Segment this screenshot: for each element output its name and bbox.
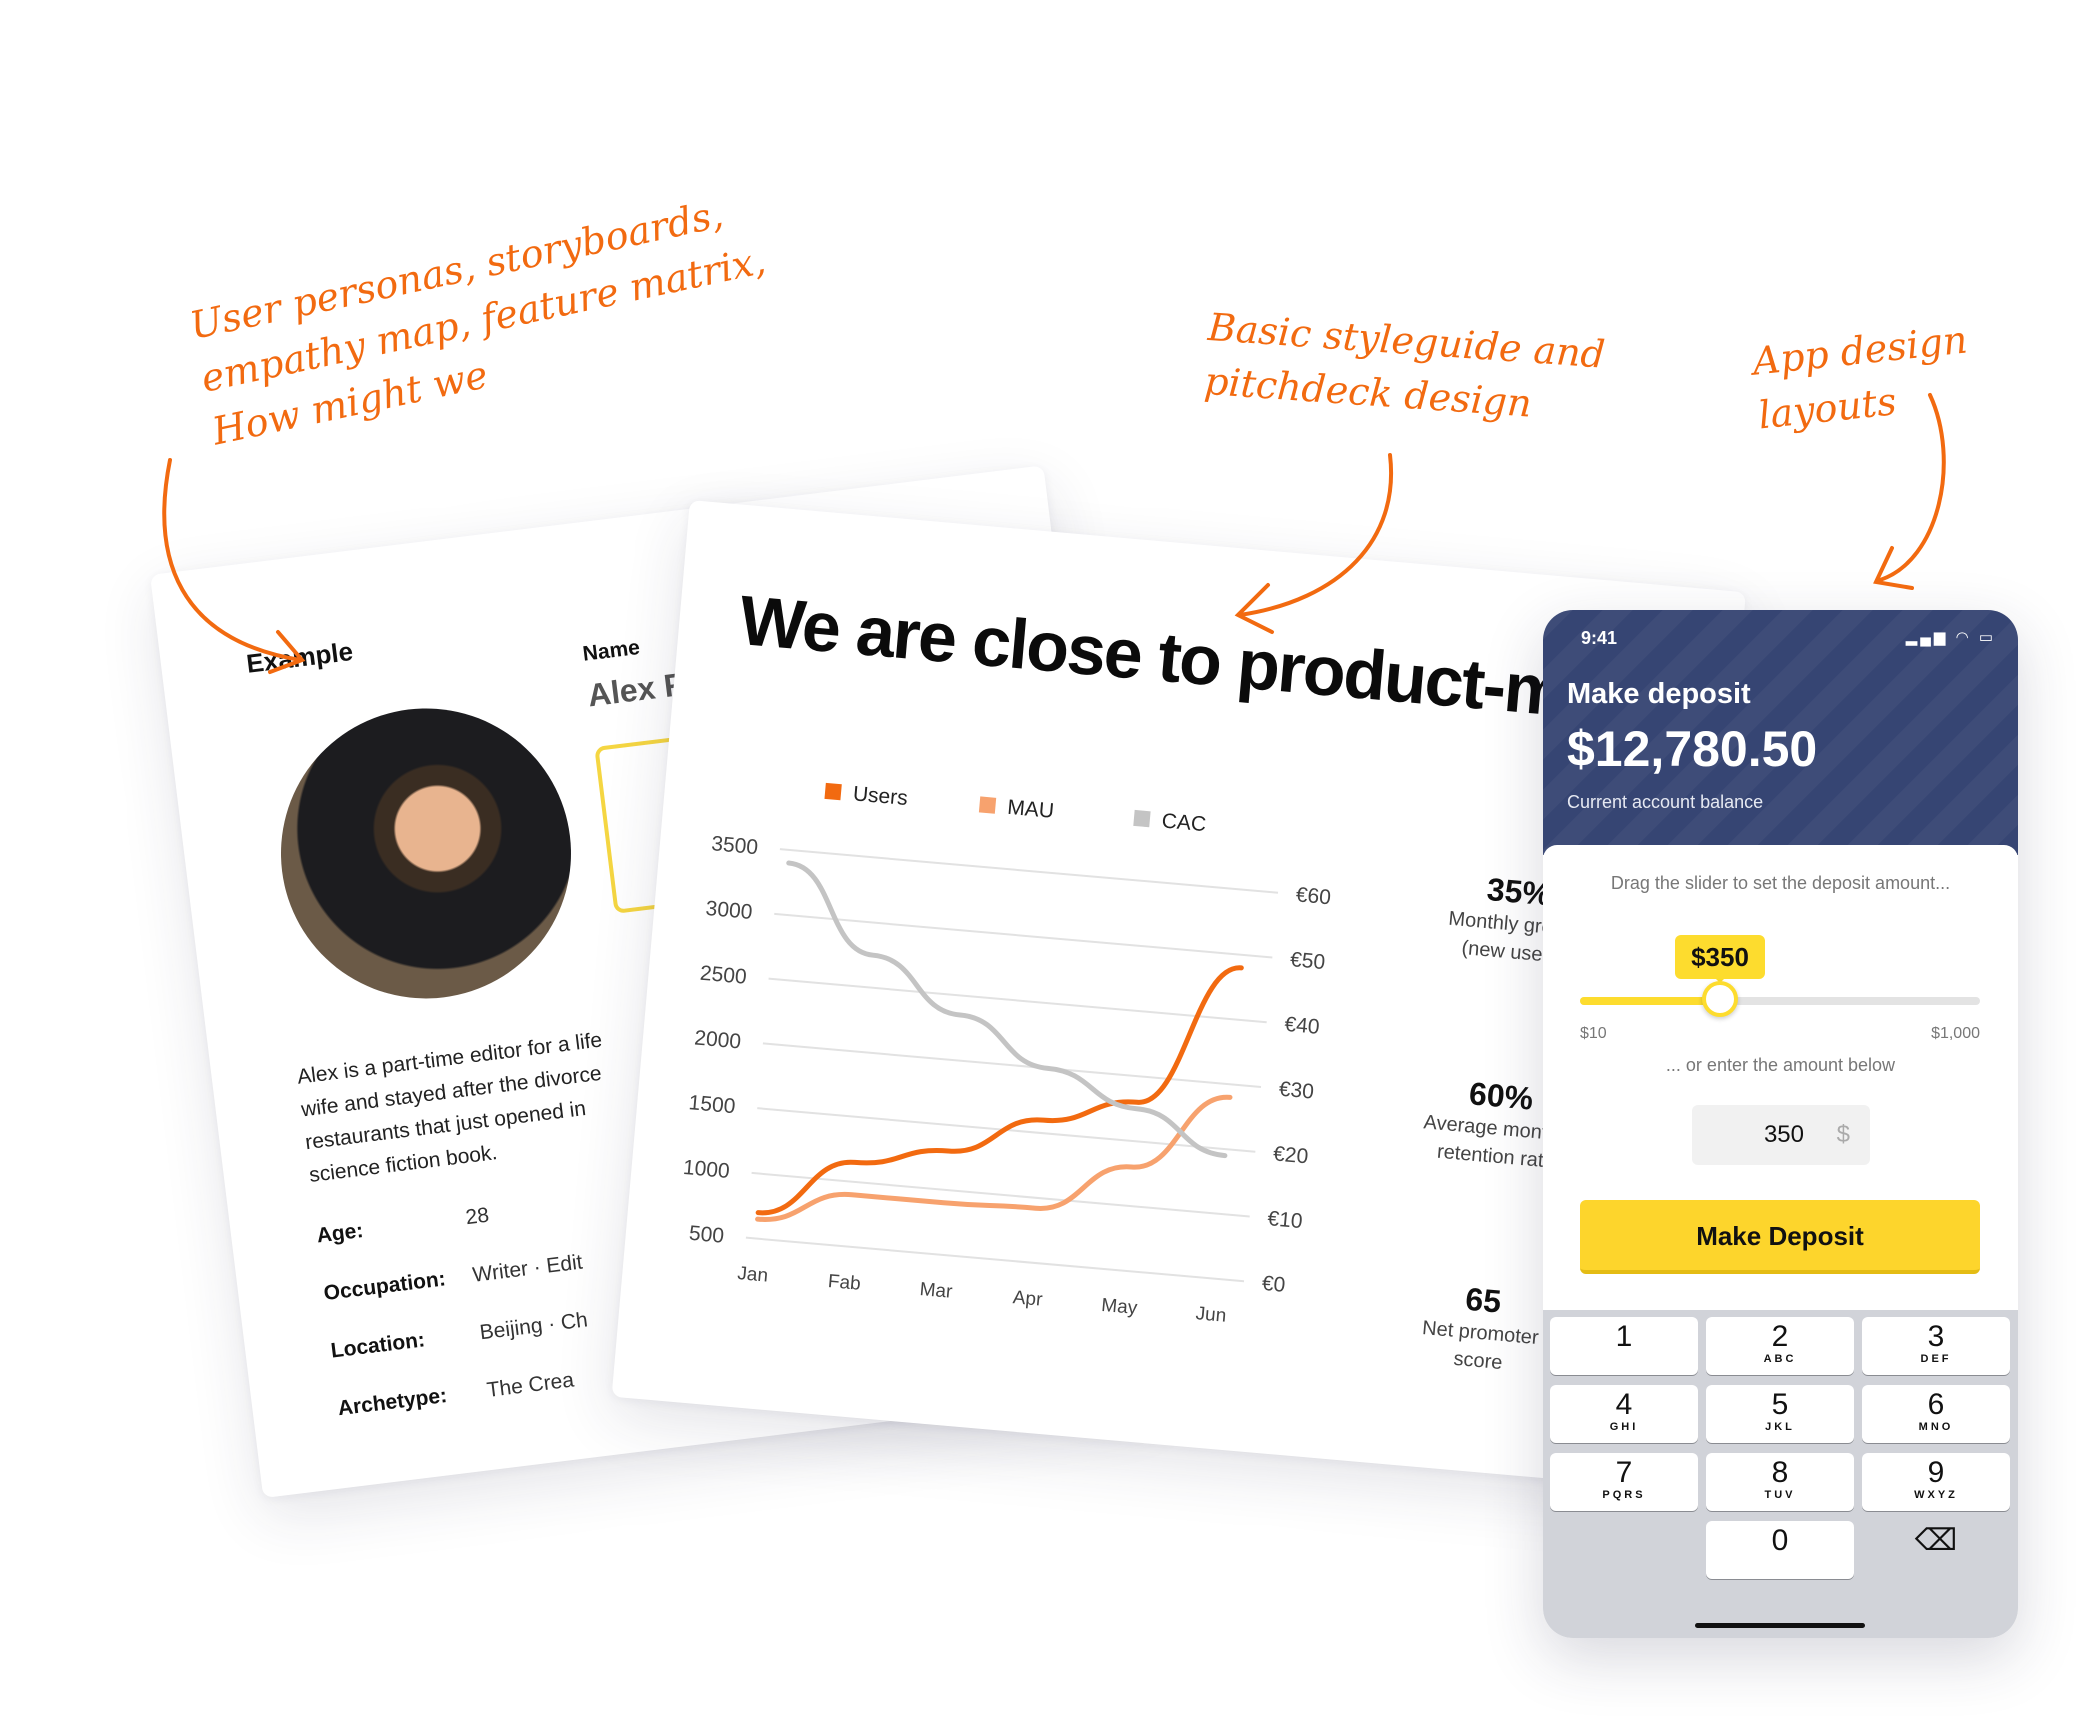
arrow-app-head (1873, 546, 1914, 590)
arrow-personas (162, 458, 302, 662)
annotation-arrows (162, 393, 1946, 674)
arrow-personas-head (268, 630, 306, 674)
